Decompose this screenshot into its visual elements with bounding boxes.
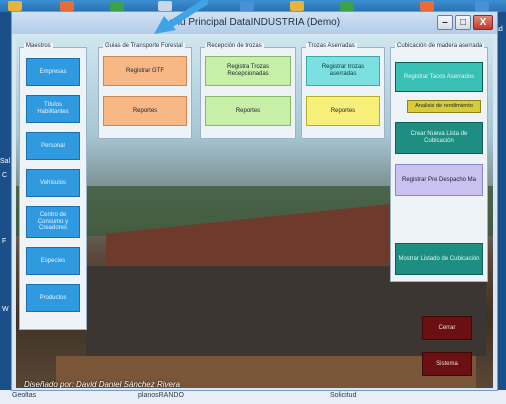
desktop-side-label: W	[2, 306, 9, 313]
cerrar-button[interactable]: Cerrar	[422, 316, 472, 340]
registra-trozas-button[interactable]: Registra Trozas Recepcionadas	[205, 56, 291, 86]
crear-lista-cubicacion-button[interactable]: Crear Nueva Lista de Cubicación	[395, 122, 483, 154]
title-bar[interactable]: enu Principal DataINDUSTRIA (Demo) – □ X	[12, 12, 497, 34]
desktop-app-icon[interactable]	[475, 1, 489, 11]
desktop-file-label[interactable]: Solicitud	[330, 392, 356, 399]
client-area: Maestros Empresas Títulos Habilitantes P…	[16, 36, 493, 388]
group-title: Trozas Aserradas	[306, 43, 357, 49]
group-recepcion: Recepción de trozas Registra Trozas Rece…	[200, 43, 296, 139]
guias-reportes-button[interactable]: Reportes	[103, 96, 187, 126]
desktop-app-icon[interactable]	[240, 1, 254, 11]
desktop-app-icon[interactable]	[420, 1, 434, 11]
group-guias: Guias de Transporte Forestal Registrar G…	[98, 43, 192, 139]
desktop-side-label: F	[2, 238, 7, 245]
desktop-app-icon[interactable]	[290, 1, 304, 11]
group-title: Maestros	[24, 43, 53, 49]
group-cubicacion: Cubicación de madera aserrada Registrar …	[390, 43, 488, 282]
productos-button[interactable]: Productos	[26, 284, 80, 312]
centro-consumo-button[interactable]: Centro de Consumo y Creadores	[26, 206, 80, 238]
main-window: enu Principal DataINDUSTRIA (Demo) – □ X…	[11, 11, 498, 391]
desktop-side-label: C	[2, 172, 8, 179]
mostrar-listado-button[interactable]: Mostrar Listado de Cubicación	[395, 243, 483, 275]
group-maestros: Maestros Empresas Títulos Habilitantes P…	[19, 43, 87, 330]
personal-button[interactable]: Personal	[26, 132, 80, 160]
pointer-arrow-icon	[154, 0, 209, 34]
close-window-button[interactable]: X	[473, 15, 493, 30]
maximize-icon: □	[459, 17, 467, 28]
desktop-app-icon[interactable]	[340, 1, 354, 11]
desktop-file-label[interactable]: planosRANDO	[138, 392, 184, 399]
group-title: Recepción de trozas	[205, 43, 264, 49]
desktop-app-icon[interactable]	[110, 1, 124, 11]
especies-button[interactable]: Especies	[26, 247, 80, 275]
minimize-icon: –	[442, 17, 448, 28]
analisis-rendimiento-button[interactable]: Analisis de rendimiento	[407, 100, 481, 113]
window-title: enu Principal DataINDUSTRIA (Demo)	[168, 17, 341, 28]
desktop-app-icon[interactable]	[60, 1, 74, 11]
empresas-button[interactable]: Empresas	[26, 58, 80, 86]
trozas-reportes-button[interactable]: Reportes	[306, 96, 380, 126]
titulos-habilitantes-button[interactable]: Títulos Habilitantes	[26, 95, 80, 123]
minimize-button[interactable]: –	[437, 15, 453, 30]
registrar-pre-despacho-button[interactable]: Registrar Pre Despacho Ma	[395, 164, 483, 196]
registrar-tacos-button[interactable]: Registrar Tacos Aserrados	[395, 62, 483, 92]
group-trozas-aserradas: Trozas Aserradas Registrar trozas aserra…	[301, 43, 385, 139]
desktop-file-label[interactable]: Geoltas	[12, 392, 36, 399]
registrar-gtf-button[interactable]: Registrar GTF	[103, 56, 187, 86]
group-title: Guias de Transporte Forestal	[103, 43, 185, 49]
maximize-button[interactable]: □	[455, 15, 471, 30]
registrar-trozas-aserradas-button[interactable]: Registrar trozas aserradas	[306, 56, 380, 86]
desktop-side-label: Sal	[0, 158, 11, 165]
desktop-bottom-strip	[0, 390, 506, 404]
vehiculos-button[interactable]: Vehículos	[26, 169, 80, 197]
recepcion-reportes-button[interactable]: Reportes	[205, 96, 291, 126]
group-title: Cubicación de madera aserrada	[395, 43, 485, 49]
desktop-app-icon[interactable]	[8, 1, 22, 11]
sistema-button[interactable]: Sistema	[422, 352, 472, 376]
close-icon: X	[479, 17, 487, 28]
designer-credit: Diseñado por: David Daniel Sánchez River…	[24, 380, 181, 388]
